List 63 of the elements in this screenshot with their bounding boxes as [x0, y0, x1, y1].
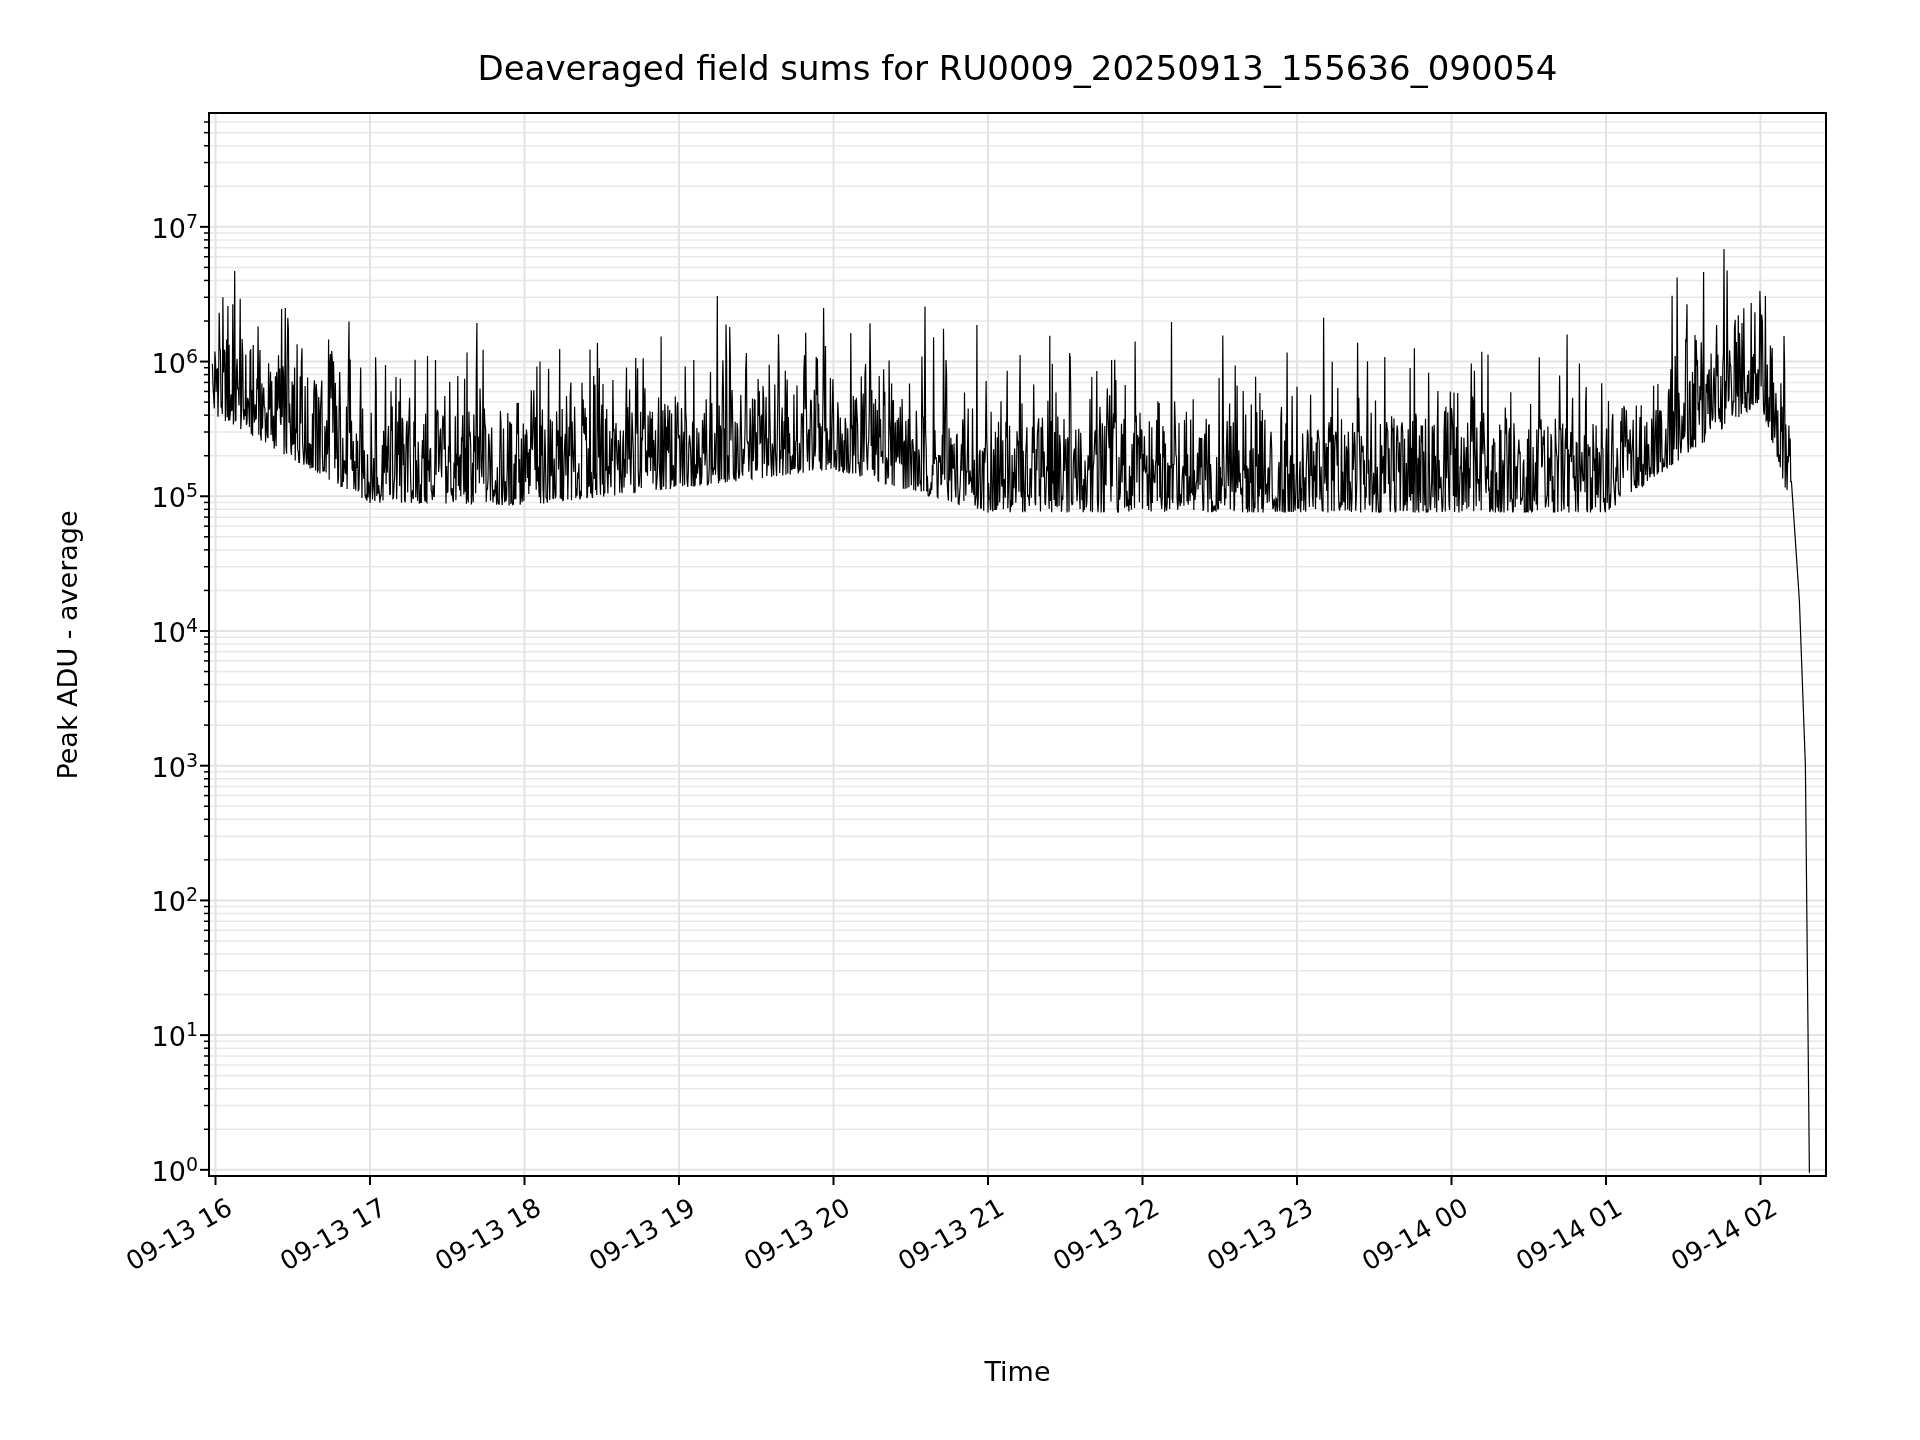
- tick-mark: [203, 266, 210, 269]
- tick-label: 10$^{5}$: [151, 479, 198, 514]
- tick-mark: [203, 454, 210, 457]
- tick-mark: [203, 145, 210, 147]
- tick-mark: [203, 185, 210, 188]
- tick-mark: [203, 670, 210, 673]
- tick-mark: [832, 1175, 835, 1186]
- tick-label: 10$^{7}$: [151, 209, 198, 244]
- tick-mark: [203, 818, 210, 821]
- tick-mark: [203, 970, 210, 972]
- tick-mark: [1605, 1175, 1607, 1186]
- tick-mark: [1450, 1175, 1453, 1186]
- tick-mark: [203, 683, 210, 686]
- tick-mark: [203, 414, 210, 416]
- tick-mark: [203, 835, 210, 837]
- axis-label: Time: [984, 1355, 1051, 1387]
- tick-mark: [203, 1104, 210, 1107]
- tick-mark: [203, 993, 210, 996]
- tick-mark: [199, 630, 210, 632]
- tick-mark: [203, 161, 210, 164]
- tick-label: 10$^{1}$: [151, 1018, 198, 1053]
- tick-mark: [203, 565, 210, 568]
- tick-label: 10$^{3}$: [151, 748, 198, 783]
- tick-mark: [199, 899, 210, 902]
- tick-mark: [203, 279, 210, 282]
- tick-mark: [199, 1168, 210, 1171]
- tick-mark: [203, 131, 210, 134]
- tick-mark: [203, 536, 210, 538]
- tick-mark: [203, 589, 210, 592]
- tick-mark: [203, 549, 210, 551]
- tick-mark: [203, 859, 210, 861]
- chart-title: Deaveraged field sums for RU0009_20250913_155636_090054: [477, 48, 1558, 88]
- tick-mark: [199, 225, 210, 228]
- tick-mark: [203, 431, 210, 433]
- tick-mark: [203, 296, 210, 299]
- tick-mark: [203, 1088, 210, 1090]
- tick-mark: [203, 1128, 210, 1131]
- tick-mark: [203, 940, 210, 942]
- tick-mark: [203, 805, 210, 807]
- tick-mark: [214, 1175, 217, 1186]
- tick-mark: [1141, 1175, 1144, 1186]
- tick-mark: [1296, 1175, 1298, 1186]
- tick-mark: [199, 360, 210, 363]
- tick-label: 10$^{0}$: [151, 1152, 198, 1187]
- tick-label: 10$^{6}$: [151, 344, 198, 379]
- tick-mark: [199, 495, 210, 498]
- tick-mark: [987, 1175, 989, 1186]
- tick-mark: [203, 700, 210, 703]
- axis-label: Peak ADU - average: [51, 509, 83, 780]
- tick-mark: [203, 1074, 210, 1077]
- tick-mark: [203, 953, 210, 955]
- tick-mark: [203, 724, 210, 726]
- tick-mark: [203, 121, 210, 123]
- tick-label: 10$^{4}$: [151, 613, 198, 648]
- tick-mark: [203, 320, 210, 322]
- tick-mark: [523, 1175, 526, 1186]
- tick-mark: [203, 401, 210, 403]
- tick-mark: [1759, 1175, 1762, 1186]
- tick-mark: [369, 1175, 371, 1186]
- tick-mark: [678, 1175, 680, 1186]
- tick-label: 10$^{2}$: [151, 883, 198, 918]
- tick-mark: [199, 764, 210, 767]
- tick-mark: [199, 1034, 210, 1037]
